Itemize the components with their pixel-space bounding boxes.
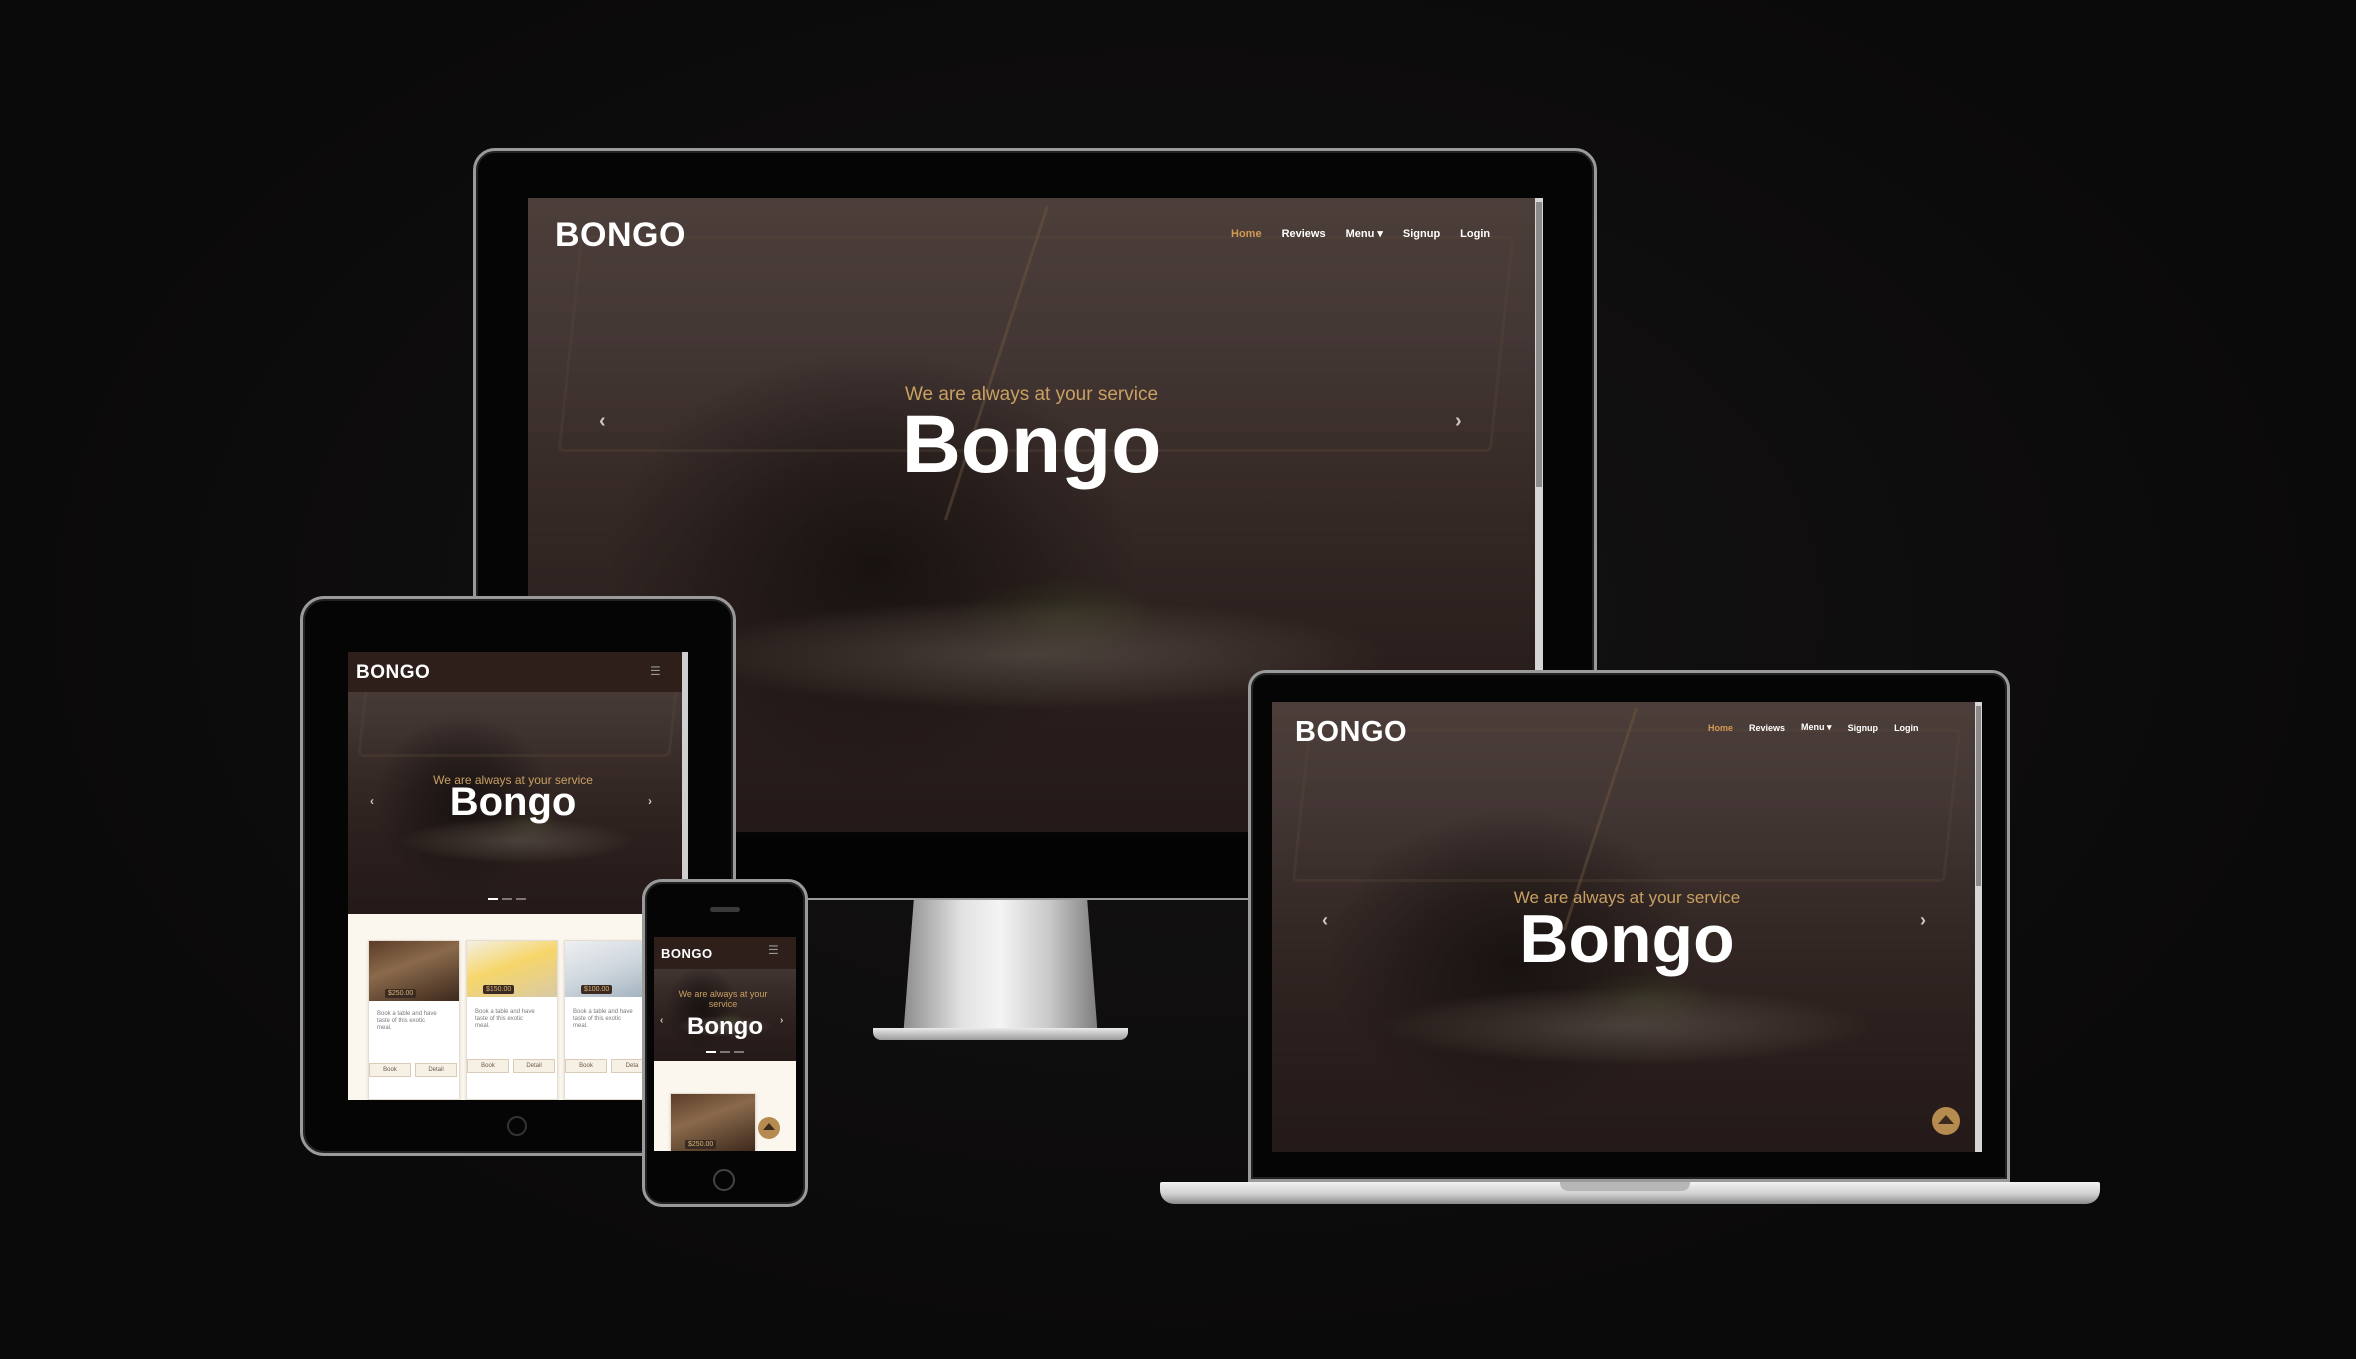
carousel-next-icon[interactable]: ›: [780, 1015, 783, 1026]
carousel-prev-icon[interactable]: ‹: [599, 410, 606, 433]
scrollbar-thumb[interactable]: [1536, 202, 1542, 487]
nav-reviews[interactable]: Reviews: [1282, 228, 1326, 240]
main-nav: Home Reviews Menu ▾ Signup Login: [1708, 722, 1919, 733]
card-text: Book a table and have taste of this exot…: [377, 1011, 437, 1031]
scrollbar-thumb[interactable]: [1976, 706, 1981, 886]
carousel-prev-icon[interactable]: ‹: [660, 1015, 663, 1026]
nav-signup[interactable]: Signup: [1403, 228, 1440, 240]
brand-logo[interactable]: BONGO: [555, 216, 686, 255]
hamburger-icon[interactable]: ☰: [650, 664, 661, 678]
nav-home[interactable]: Home: [1708, 723, 1733, 733]
book-button[interactable]: Book: [369, 1063, 411, 1077]
hamburger-icon[interactable]: ☰: [768, 943, 779, 957]
brand-logo[interactable]: BONGO: [1295, 716, 1407, 749]
carousel-next-icon[interactable]: ›: [1455, 410, 1462, 433]
book-button[interactable]: Book: [565, 1059, 607, 1073]
nav-menu-dropdown[interactable]: Menu ▾: [1801, 722, 1832, 733]
laptop: BONGO Home Reviews Menu ▾ Signup Login W…: [1160, 670, 2100, 1230]
scroll-to-top-button[interactable]: [1932, 1107, 1960, 1135]
device-mockup-stage: BONGO Home Reviews Menu ▾ Signup Login W…: [0, 0, 2356, 1359]
nav-signup[interactable]: Signup: [1848, 723, 1879, 733]
book-button[interactable]: Book: [467, 1059, 509, 1073]
hero-title: Bongo: [449, 780, 577, 824]
carousel-next-icon[interactable]: ›: [648, 794, 652, 808]
phone: BONGO ☰ We are always at your service Bo…: [642, 879, 808, 1207]
phone-speaker: [710, 907, 740, 912]
brand-logo[interactable]: BONGO: [661, 946, 713, 961]
hero-title: Bongo: [901, 399, 1162, 490]
card-price: $250.00: [385, 989, 417, 998]
carousel-prev-icon[interactable]: ‹: [370, 794, 374, 808]
card-price: $100.00: [581, 985, 613, 994]
hero-tagline: We are always at your service: [678, 989, 768, 1009]
scroll-to-top-icon: [1938, 1115, 1954, 1124]
menu-card: $150.00 Book a table and have taste of t…: [466, 940, 558, 1100]
detail-button[interactable]: Detail: [513, 1059, 555, 1073]
scroll-to-top-button[interactable]: [758, 1117, 780, 1139]
card-text: Book a table and have taste of this exot…: [475, 1009, 535, 1029]
hero-title: Bongo: [687, 1013, 763, 1040]
tablet-screen: BONGO ☰ We are always at your service Bo…: [348, 652, 688, 1100]
nav-menu-dropdown[interactable]: Menu ▾: [1346, 227, 1383, 240]
phone-home-button[interactable]: [713, 1169, 735, 1191]
monitor-base: [873, 1028, 1128, 1040]
hero-title: Bongo: [1519, 901, 1735, 977]
carousel-indicators: [488, 898, 526, 900]
phone-screen: BONGO ☰ We are always at your service Bo…: [654, 937, 796, 1151]
carousel-indicators: [706, 1051, 744, 1053]
carousel-prev-icon[interactable]: ‹: [1322, 910, 1328, 931]
card-text: Book a table and have taste of this exot…: [573, 1009, 633, 1029]
menu-card: $250.00 Book a table and have taste of t…: [368, 940, 460, 1100]
carousel-next-icon[interactable]: ›: [1920, 910, 1926, 931]
nav-reviews[interactable]: Reviews: [1749, 723, 1785, 733]
nav-login[interactable]: Login: [1894, 723, 1919, 733]
card-price: $250.00: [685, 1140, 717, 1149]
scroll-to-top-icon: [763, 1123, 775, 1130]
card-price: $150.00: [483, 985, 515, 994]
nav-home[interactable]: Home: [1231, 228, 1262, 240]
menu-card: $250.00: [670, 1093, 756, 1151]
nav-login[interactable]: Login: [1460, 228, 1490, 240]
tablet-home-button[interactable]: [507, 1116, 527, 1136]
brand-logo[interactable]: BONGO: [356, 662, 430, 684]
monitor-stand: [903, 888, 1098, 1038]
laptop-screen: BONGO Home Reviews Menu ▾ Signup Login W…: [1272, 702, 1982, 1152]
main-nav: Home Reviews Menu ▾ Signup Login: [1231, 227, 1490, 241]
detail-button[interactable]: Detail: [415, 1063, 457, 1077]
laptop-notch: [1560, 1182, 1690, 1191]
